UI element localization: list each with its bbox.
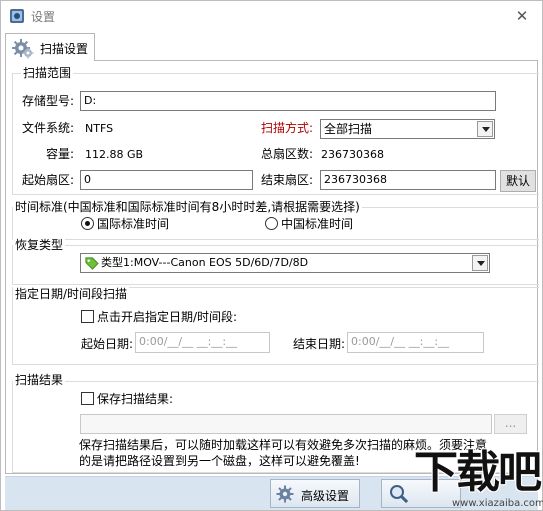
tab-scan-settings[interactable]: 扫描设置 — [5, 33, 95, 61]
start-date-label: 起始日期: — [81, 337, 134, 351]
time-standard-title: 时间标准(中国标准和国际标准时间有8小时时差,请根据需要选择) — [13, 200, 362, 214]
browse-button[interactable]: ... — [494, 414, 527, 434]
scan-result-note-line2: 的是请把路径设置到另一个磁盘，这样可以避免覆盖! — [79, 454, 360, 468]
watermark-url: www.xiazaiba.com — [452, 498, 543, 509]
international-time-radio[interactable] — [81, 217, 94, 230]
fs-value: NTFS — [85, 122, 114, 135]
advanced-settings-label: 高级设置 — [301, 489, 350, 503]
method-value: 全部扫描 — [324, 122, 373, 136]
date-range-checkbox[interactable] — [81, 310, 94, 323]
recovery-type-select[interactable]: 类型1:MOV---Canon EOS 5D/6D/7D/8D — [80, 253, 490, 273]
storage-label: 存储型号: — [22, 94, 75, 108]
time-standard-group: 时间标准(中国标准和国际标准时间有8小时时差,请根据需要选择) 国际标准时间 中… — [12, 200, 539, 240]
fs-label: 文件系统: — [22, 121, 75, 135]
close-icon: ✕ — [515, 7, 529, 25]
window-title: 设置 — [31, 10, 56, 24]
date-range-enable-label: 点击开启指定日期/时间段: — [97, 310, 238, 324]
method-select[interactable]: 全部扫描 — [320, 119, 495, 139]
default-button[interactable]: 默认 — [500, 170, 536, 192]
end-sector-input[interactable]: 236730368 — [320, 170, 496, 190]
save-result-checkbox[interactable] — [81, 392, 94, 405]
advanced-settings-button[interactable]: 高级设置 — [270, 479, 360, 508]
recovery-type-group: 恢复类型 类型1:MOV---Canon EOS 5D/6D/7D/8D — [12, 238, 539, 285]
title-bar: 设置 ✕ — [1, 1, 542, 31]
tab-label: 扫描设置 — [40, 42, 89, 56]
start-sector-label: 起始扇区: — [22, 173, 75, 187]
scan-result-title: 扫描结果 — [13, 373, 66, 387]
date-range-group: 指定日期/时间段扫描 点击开启指定日期/时间段: 起始日期: 0:00/__/_… — [12, 287, 539, 365]
scan-range-group: 扫描范围 存储型号: D: 文件系统: NTFS 扫描方式: 全部扫描 容量: … — [12, 66, 539, 195]
save-result-label: 保存扫描结果: — [97, 392, 174, 406]
method-label: 扫描方式: — [261, 121, 314, 135]
capacity-label: 容量: — [46, 147, 75, 161]
settings-panel: 扫描范围 存储型号: D: 文件系统: NTFS 扫描方式: 全部扫描 容量: … — [5, 60, 539, 474]
chevron-down-icon[interactable] — [477, 121, 493, 137]
total-sectors-label: 总扇区数: — [261, 147, 314, 161]
scan-range-title: 扫描范围 — [21, 66, 74, 80]
site-watermark: 下载吧 www.xiazaiba.com — [412, 448, 543, 511]
china-time-radio[interactable] — [265, 217, 278, 230]
tag-icon — [85, 257, 99, 270]
china-time-label: 中国标准时间 — [281, 217, 354, 231]
capacity-value: 112.88 GB — [85, 148, 144, 161]
magnifier-icon — [390, 485, 409, 504]
total-sectors-value: 236730368 — [321, 148, 384, 161]
start-date-input[interactable]: 0:00/__/__ __:__:__ — [135, 332, 270, 353]
end-date-label: 结束日期: — [293, 337, 346, 351]
settings-window: 设置 ✕ 扫描设置 扫描范围 存储型号: D: 文件系统: NTFS 扫描方式:… — [0, 0, 543, 511]
start-sector-input[interactable]: 0 — [80, 170, 253, 190]
storage-input[interactable]: D: — [80, 91, 496, 111]
gear-icon — [12, 39, 34, 59]
app-icon — [10, 9, 24, 23]
watermark-logo-text: 下载吧 — [414, 447, 542, 498]
end-date-input[interactable]: 0:00/__/__ __:__:__ — [347, 332, 484, 353]
end-sector-label: 结束扇区: — [261, 173, 314, 187]
international-time-label: 国际标准时间 — [97, 217, 170, 231]
recovery-type-value: 类型1:MOV---Canon EOS 5D/6D/7D/8D — [101, 256, 309, 269]
recovery-type-title: 恢复类型 — [13, 238, 66, 252]
close-button[interactable]: ✕ — [502, 1, 542, 31]
date-range-title: 指定日期/时间段扫描 — [13, 287, 130, 301]
gear-icon — [276, 485, 294, 503]
chevron-down-icon[interactable] — [472, 255, 488, 271]
result-path-input[interactable] — [80, 414, 492, 434]
